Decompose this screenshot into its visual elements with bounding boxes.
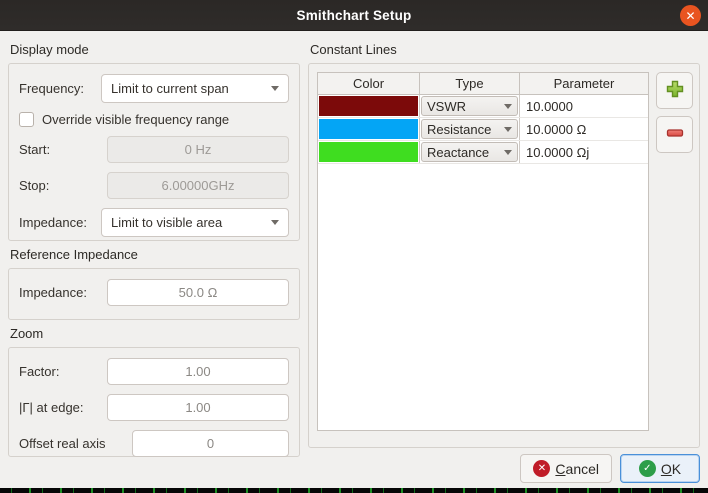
left-column: Display mode Frequency: Limit to current… xyxy=(8,37,300,488)
remove-line-button[interactable] xyxy=(656,116,693,153)
type-cell[interactable]: Resistance xyxy=(420,118,520,140)
dialog-body: Display mode Frequency: Limit to current… xyxy=(0,31,708,488)
type-dropdown[interactable]: Reactance xyxy=(421,142,518,162)
reference-impedance-group-title: Reference Impedance xyxy=(10,247,300,262)
zoom-group: Factor: |Γ| at edge: Offset real axis xyxy=(8,347,300,457)
add-line-button[interactable] xyxy=(656,72,693,109)
zoom-factor-row: Factor: xyxy=(19,358,289,385)
reference-impedance-row: Impedance: xyxy=(19,279,289,306)
impedance-mode-dropdown[interactable]: Limit to visible area xyxy=(101,208,289,237)
start-label: Start: xyxy=(19,142,56,157)
display-mode-group-title: Display mode xyxy=(10,42,300,57)
minus-icon xyxy=(665,123,685,146)
type-dropdown-value: Reactance xyxy=(427,145,489,160)
frequency-row: Frequency: Limit to current span xyxy=(19,74,289,103)
frequency-dropdown-value: Limit to current span xyxy=(111,81,229,96)
close-icon[interactable]: ✕ xyxy=(680,5,701,26)
chevron-down-icon xyxy=(504,104,512,109)
zoom-factor-label: Factor: xyxy=(19,364,65,379)
parameter-cell[interactable]: 10.0000 Ωj xyxy=(520,141,648,163)
type-dropdown-value: VSWR xyxy=(427,99,466,114)
ok-icon: ✓ xyxy=(639,460,656,477)
gamma-at-edge-label: |Γ| at edge: xyxy=(19,400,90,415)
type-cell[interactable]: VSWR xyxy=(420,95,520,117)
reference-impedance-label: Impedance: xyxy=(19,285,93,300)
override-row: Override visible frequency range xyxy=(19,112,289,127)
stop-row: Stop: xyxy=(19,172,289,199)
gamma-at-edge-row: |Γ| at edge: xyxy=(19,394,289,421)
offset-real-axis-input[interactable] xyxy=(132,430,289,457)
table-row[interactable]: Reactance 10.0000 Ωj xyxy=(318,141,648,164)
dialog-title: Smithchart Setup xyxy=(297,8,412,23)
override-label: Override visible frequency range xyxy=(42,112,229,127)
column-header-parameter[interactable]: Parameter xyxy=(520,73,648,94)
constant-lines-group: Color Type Parameter VSWR 10.0000 xyxy=(308,63,700,448)
color-cell[interactable] xyxy=(318,95,420,117)
parameter-cell[interactable]: 10.0000 xyxy=(520,95,648,117)
type-dropdown[interactable]: VSWR xyxy=(421,96,518,116)
dialog-titlebar[interactable]: Smithchart Setup ✕ xyxy=(0,0,708,31)
zoom-group-title: Zoom xyxy=(10,326,300,341)
reference-impedance-group: Impedance: xyxy=(8,268,300,320)
column-header-color[interactable]: Color xyxy=(318,73,420,94)
gamma-at-edge-input[interactable] xyxy=(107,394,289,421)
stop-input[interactable] xyxy=(107,172,289,199)
chevron-down-icon xyxy=(271,86,279,91)
frequency-dropdown[interactable]: Limit to current span xyxy=(101,74,289,103)
type-dropdown[interactable]: Resistance xyxy=(421,119,518,139)
ok-button[interactable]: ✓ OK xyxy=(620,454,700,483)
chevron-down-icon xyxy=(504,150,512,155)
constant-lines-header: Color Type Parameter xyxy=(318,73,648,95)
frequency-label: Frequency: xyxy=(19,81,90,96)
color-swatch[interactable] xyxy=(319,96,418,116)
type-dropdown-value: Resistance xyxy=(427,122,491,137)
plus-icon xyxy=(665,79,685,102)
constant-lines-group-title: Constant Lines xyxy=(310,42,700,57)
reference-impedance-input[interactable] xyxy=(107,279,289,306)
impedance-mode-dropdown-value: Limit to visible area xyxy=(111,215,222,230)
ok-button-label: OK xyxy=(661,461,681,477)
type-cell[interactable]: Reactance xyxy=(420,141,520,163)
dialog-actions: ✕ Cancel ✓ OK xyxy=(520,454,700,483)
start-row: Start: xyxy=(19,136,289,163)
column-header-type[interactable]: Type xyxy=(420,73,520,94)
right-column: Constant Lines Color Type Parameter VSWR xyxy=(308,37,700,488)
override-checkbox[interactable] xyxy=(19,112,34,127)
cancel-button[interactable]: ✕ Cancel xyxy=(520,454,612,483)
cancel-icon: ✕ xyxy=(533,460,550,477)
impedance-mode-label: Impedance: xyxy=(19,215,93,230)
stop-label: Stop: xyxy=(19,178,55,193)
offset-real-axis-row: Offset real axis xyxy=(19,430,289,457)
offset-real-axis-label: Offset real axis xyxy=(19,436,111,451)
parameter-cell[interactable]: 10.0000 Ω xyxy=(520,118,648,140)
start-input[interactable] xyxy=(107,136,289,163)
color-cell[interactable] xyxy=(318,118,420,140)
chevron-down-icon xyxy=(271,220,279,225)
zoom-factor-input[interactable] xyxy=(107,358,289,385)
chevron-down-icon xyxy=(504,127,512,132)
color-swatch[interactable] xyxy=(319,119,418,139)
cancel-button-label: Cancel xyxy=(555,461,599,477)
screenshot-artifact-strip xyxy=(0,488,708,493)
constant-lines-table[interactable]: Color Type Parameter VSWR 10.0000 xyxy=(317,72,649,431)
impedance-mode-row: Impedance: Limit to visible area xyxy=(19,208,289,237)
table-row[interactable]: VSWR 10.0000 xyxy=(318,95,648,118)
color-cell[interactable] xyxy=(318,141,420,163)
table-row[interactable]: Resistance 10.0000 Ω xyxy=(318,118,648,141)
display-mode-group: Frequency: Limit to current span Overrid… xyxy=(8,63,300,241)
color-swatch[interactable] xyxy=(319,142,418,162)
